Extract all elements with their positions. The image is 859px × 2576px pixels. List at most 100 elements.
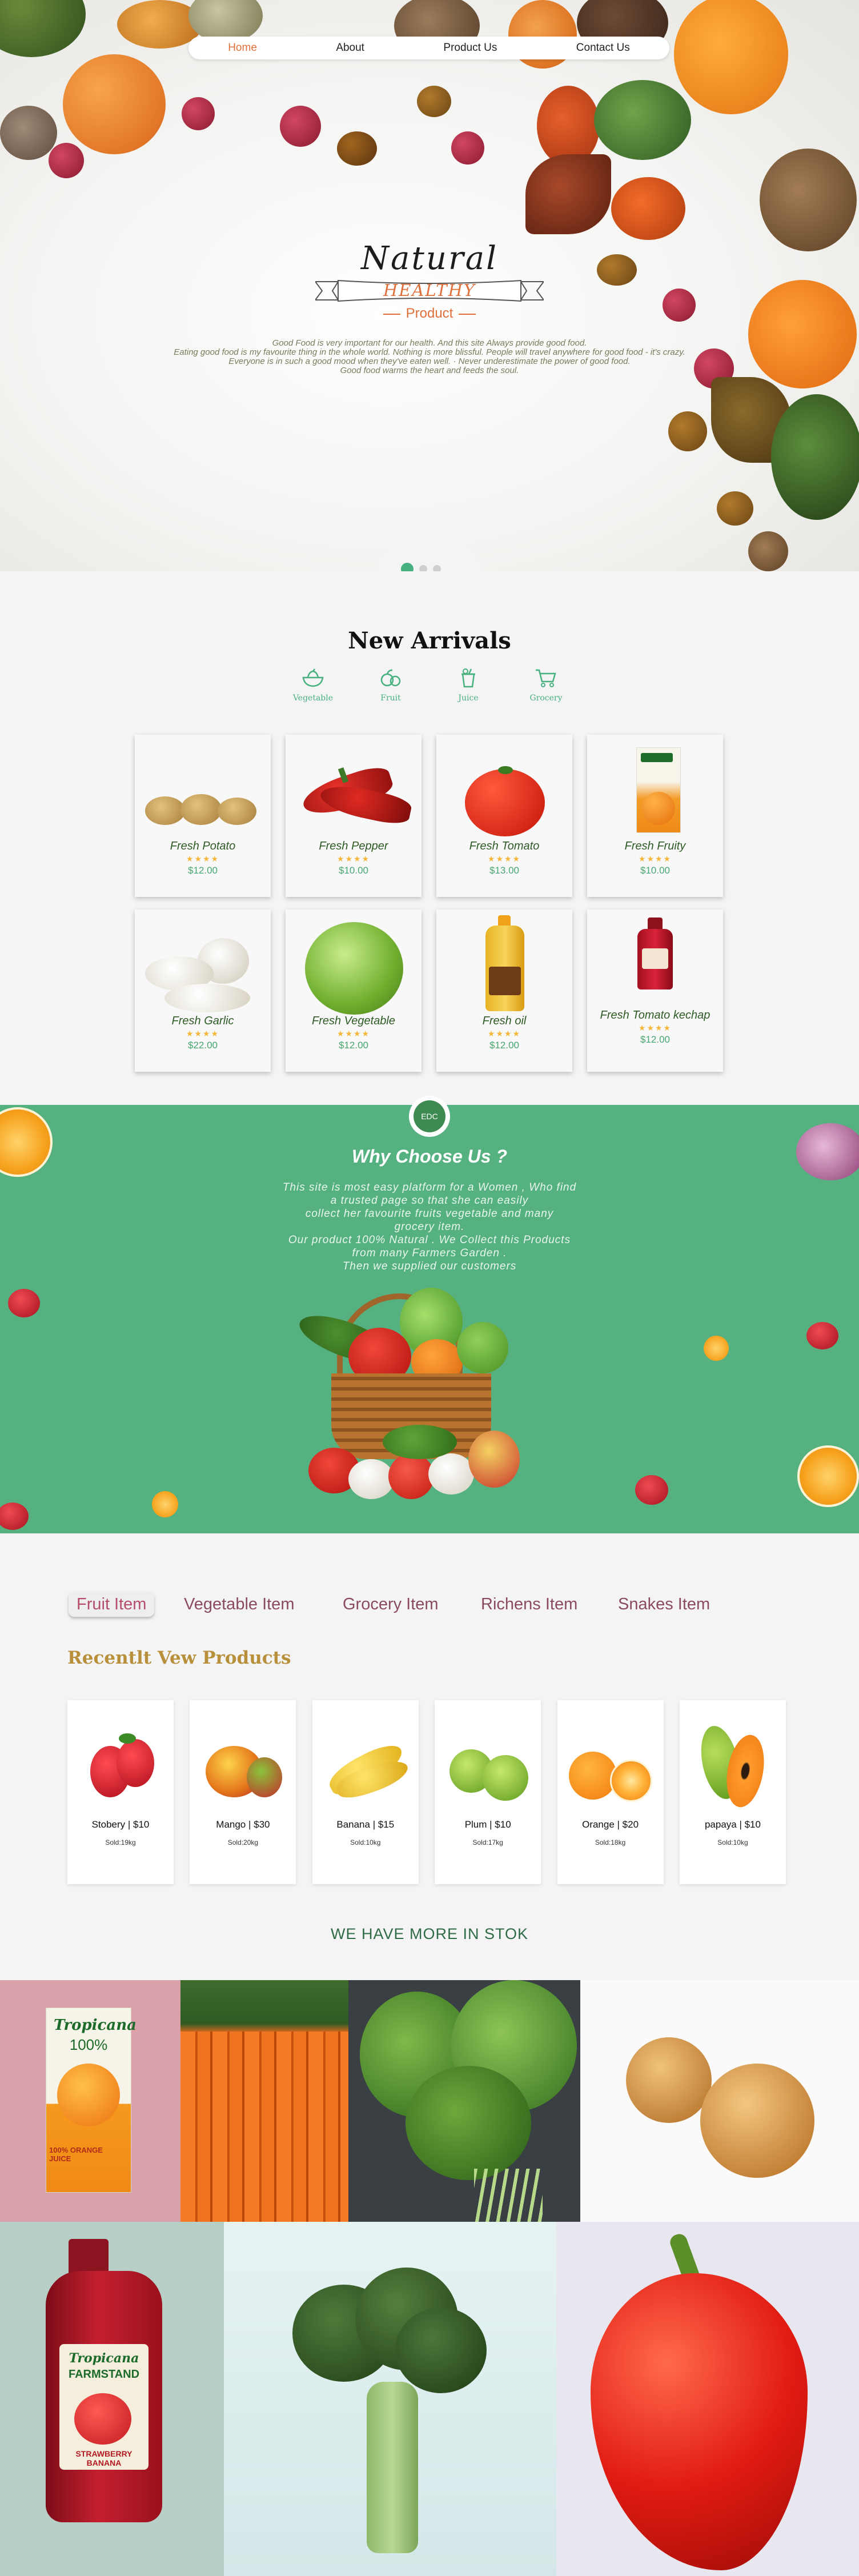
potato-image bbox=[135, 735, 271, 838]
recent-product-label: Stobery | $10 bbox=[91, 1819, 150, 1830]
gallery-tile-carrots[interactable] bbox=[180, 1980, 348, 2222]
hero-description-line: Everyone is in such a good mood when the… bbox=[228, 356, 631, 366]
gallery-tile-spinach[interactable] bbox=[348, 1980, 580, 2222]
product-price: $13.00 bbox=[489, 865, 519, 876]
nav-home-link[interactable]: Home bbox=[228, 42, 257, 54]
category-fruit[interactable]: Fruit bbox=[362, 668, 419, 703]
recent-product-card[interactable]: papaya | $10 Sold:10kg bbox=[679, 1700, 786, 1884]
carton-brand: Tropicana bbox=[54, 2017, 137, 2034]
recent-product-card[interactable]: Plum | $10 Sold:17kg bbox=[435, 1700, 541, 1884]
product-card[interactable]: Fresh Vegetable ★★★★ $12.00 bbox=[286, 910, 422, 1072]
product-card[interactable]: Fresh Tomato kechap ★★★★ $12.00 bbox=[587, 910, 723, 1072]
why-line: Our product 100% Natural . We Collect th… bbox=[288, 1234, 571, 1246]
product-card[interactable]: Fresh Fruity ★★★★ $10.00 bbox=[587, 735, 723, 897]
category-vegetable[interactable]: Vegetable bbox=[284, 668, 342, 703]
nav-about-link[interactable]: About bbox=[336, 42, 364, 54]
recent-product-card[interactable]: Banana | $15 Sold:10kg bbox=[312, 1700, 419, 1884]
product-card[interactable]: Fresh Tomato ★★★★ $13.00 bbox=[436, 735, 572, 897]
strawberry-decoration bbox=[0, 1503, 29, 1530]
banana-image bbox=[312, 1700, 419, 1814]
juice-cup-icon bbox=[461, 668, 475, 688]
strawberry-decoration bbox=[8, 1289, 40, 1317]
acorn-decoration bbox=[668, 411, 707, 451]
product-price: $10.00 bbox=[339, 865, 368, 876]
slider-dot-2[interactable] bbox=[419, 565, 427, 571]
product-card[interactable]: Fresh Pepper ★★★★ $10.00 bbox=[286, 735, 422, 897]
tab-snakes-item[interactable]: Snakes Item bbox=[618, 1592, 710, 1617]
berry-decoration bbox=[280, 106, 321, 147]
hero-subtitle: Product bbox=[0, 306, 859, 322]
slider-dot-1[interactable] bbox=[401, 563, 414, 571]
rating-stars-icon: ★★★★ bbox=[336, 854, 371, 863]
gallery-tile-tropicana[interactable]: Tropicana 100% 100% ORANGE JUICE bbox=[0, 1980, 180, 2222]
pinecone-decoration bbox=[760, 149, 857, 251]
nav-product-link[interactable]: Product Us bbox=[443, 42, 497, 54]
berry-decoration bbox=[182, 97, 215, 130]
tomato-image bbox=[436, 735, 572, 838]
gallery-tile-broccoli[interactable] bbox=[224, 2222, 556, 2576]
why-line: grocery item. bbox=[394, 1221, 465, 1233]
fruit-icon bbox=[380, 669, 401, 687]
category-juice[interactable]: Juice bbox=[440, 668, 497, 703]
recent-product-label: Orange | $20 bbox=[582, 1819, 639, 1830]
pumpkin-decoration bbox=[63, 54, 166, 154]
pumpkin-decoration bbox=[674, 0, 788, 114]
gallery-tile-farmstand[interactable]: Tropicana FARMSTAND STRAWBERRY BANANA bbox=[0, 2222, 224, 2576]
more-in-stock-text: WE HAVE MORE IN STOK bbox=[330, 1925, 529, 1942]
garlic-image bbox=[135, 910, 271, 1012]
ketchup-bottle-image bbox=[587, 910, 723, 1012]
product-grid: Fresh Potato ★★★★ $12.00 Fresh Pepper ★★… bbox=[135, 735, 724, 1072]
rating-stars-icon: ★★★★ bbox=[487, 1029, 521, 1038]
recent-product-label: Banana | $15 bbox=[336, 1819, 395, 1830]
tab-fruit-item[interactable]: Fruit Item bbox=[69, 1592, 155, 1617]
category-label: Fruit bbox=[380, 694, 401, 703]
pumpkin-decoration bbox=[0, 0, 86, 57]
product-name: Fresh Tomato bbox=[469, 840, 540, 852]
recent-product-card[interactable]: Stobery | $10 Sold:19kg bbox=[67, 1700, 174, 1884]
orange-image bbox=[557, 1700, 664, 1814]
hero-copy: Natural HEALTHY Product Good Food is ver… bbox=[0, 240, 859, 375]
hero-description: Good Food is very important for our heal… bbox=[115, 339, 744, 375]
pinecone-decoration bbox=[748, 531, 788, 571]
berry-decoration bbox=[49, 143, 84, 178]
recent-product-label: Plum | $10 bbox=[464, 1819, 511, 1830]
product-card[interactable]: Fresh Potato ★★★★ $12.00 bbox=[135, 735, 271, 897]
carton-flavor: 100% ORANGE JUICE bbox=[49, 2146, 103, 2163]
bottle-brand: Tropicana bbox=[69, 2351, 139, 2366]
hero-description-line: Eating good food is my favourite thing i… bbox=[174, 347, 685, 357]
recent-product-label: Mango | $30 bbox=[216, 1819, 270, 1830]
tab-richens-item[interactable]: Richens Item bbox=[481, 1592, 577, 1617]
rating-stars-icon: ★★★★ bbox=[638, 854, 672, 863]
tab-vegetable-item[interactable]: Vegetable Item bbox=[184, 1592, 294, 1617]
arrivals-heading-light: New bbox=[348, 627, 403, 654]
product-price: $12.00 bbox=[188, 865, 218, 876]
hero-description-line: Good food warms the heart and feeds the … bbox=[340, 366, 519, 375]
category-grocery[interactable]: Grocery bbox=[517, 668, 575, 703]
item-tabs: Fruit Item Vegetable Item Grocery Item R… bbox=[69, 1592, 731, 1617]
gallery-tile-bell-pepper[interactable] bbox=[556, 2222, 859, 2576]
product-card[interactable]: Fresh oil ★★★★ $12.00 bbox=[436, 910, 572, 1072]
product-card[interactable]: Fresh Garlic ★★★★ $22.00 bbox=[135, 910, 271, 1072]
product-price: $12.00 bbox=[339, 1040, 368, 1051]
strawberry-decoration bbox=[635, 1475, 668, 1505]
arrivals-heading-bold: Arrivals bbox=[411, 627, 511, 654]
slider-dot-3[interactable] bbox=[433, 565, 441, 571]
category-label: Vegetable bbox=[292, 694, 334, 703]
recent-product-card[interactable]: Orange | $20 Sold:18kg bbox=[557, 1700, 664, 1884]
plum-image bbox=[435, 1700, 541, 1814]
gallery-tile-onions[interactable] bbox=[580, 1980, 859, 2222]
arrivals-heading: New Arrivals bbox=[0, 627, 859, 654]
tab-grocery-item[interactable]: Grocery Item bbox=[343, 1592, 439, 1617]
hero-subtitle-text: Product bbox=[406, 306, 453, 321]
recent-product-sold: Sold:10kg bbox=[350, 1838, 381, 1846]
why-description: This site is most easy platform for a Wo… bbox=[258, 1181, 601, 1273]
product-price: $22.00 bbox=[188, 1040, 218, 1051]
recent-product-card[interactable]: Mango | $30 Sold:20kg bbox=[190, 1700, 296, 1884]
berry-decoration bbox=[451, 131, 484, 165]
hero-title: Natural bbox=[360, 240, 499, 277]
edc-badge: EDC bbox=[409, 1096, 450, 1137]
rating-stars-icon: ★★★★ bbox=[336, 1029, 371, 1038]
nav-contact-link[interactable]: Contact Us bbox=[576, 42, 630, 54]
mango-image bbox=[190, 1700, 296, 1814]
acorn-decoration bbox=[337, 131, 377, 166]
